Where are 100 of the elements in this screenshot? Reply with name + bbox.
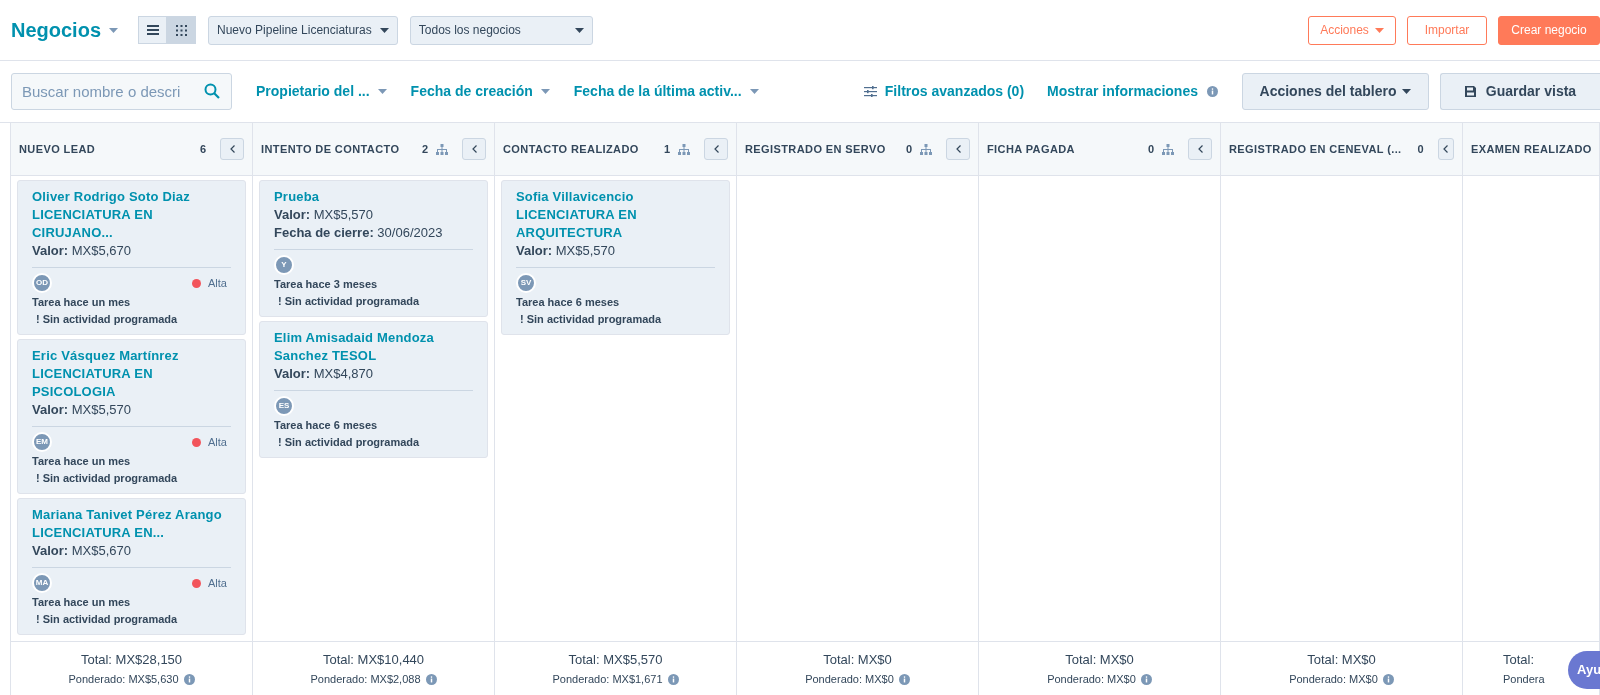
column-title: FICHA PAGADA [987,141,1075,157]
caret-icon [379,27,389,33]
deal-field-text: Fecha de cierre: 30/06/2023 [274,224,444,242]
task-text: Tarea hace un mes [32,295,132,310]
activity-text: ! Sin actividad programada [277,435,421,450]
column-total: Total: MX$0 [1065,650,1134,669]
avatar: Y [274,255,294,275]
deal-card[interactable]: Elim Amisadaid Mendoza Sanchez TESOL Valor: MX$4,870 ES Tarea hace 6 meses ! Sin actividad programada [259,321,488,458]
info-icon [425,673,437,685]
weighted-total: Ponderado: MX$1,671 [552,672,663,687]
info-icon [1207,86,1218,97]
list-view-button[interactable] [138,16,168,44]
deal-name-link[interactable]: Mariana Tanivet Pérez Arango LICENCIATURA EN... [32,506,231,542]
column-title: REGISTRADO EN SERVO [745,141,886,157]
pipeline-dropdown[interactable]: Todos los negocios [409,15,593,45]
column-title: EXAMEN REALIZADO [1471,141,1592,157]
priority-label: Alta [208,275,227,291]
weighted-total: Ponderado: MX$5,630 [68,672,179,687]
column-title: CONTACTO REALIZADO [503,141,639,157]
caret-icon [1374,27,1384,33]
chevron-left-icon [713,145,719,153]
deal-name-link[interactable]: Elim Amisadaid Mendoza Sanchez TESOL [274,329,473,365]
deal-name-link[interactable]: Prueba [274,188,473,206]
deal-name-link[interactable]: Eric Vásquez Martínrez LICENCIATURA EN PSICOLOGIA [32,347,231,401]
hierarchy-icon[interactable] [436,143,448,155]
search-icon [204,83,220,99]
deal-field-text: Valor: MX$5,670 [32,242,132,260]
filter-dropdown[interactable]: Fecha de creación [410,81,550,102]
column-total: Total: MX$0 [823,650,892,669]
save-view-button[interactable]: Guardar vista [1440,73,1600,110]
deal-name-link[interactable]: Sofia Villavicencio LICENCIATURA EN ARQUITECTURA [516,188,715,242]
board-actions-button[interactable]: Acciones del tablero [1242,73,1429,110]
caret-icon [574,27,584,33]
column-total: Total: MX$0 [1307,650,1376,669]
header-action-button[interactable]: Crear negocio [1498,15,1600,45]
task-text: Tarea hace 6 meses [274,418,379,433]
column-count: 1 [663,141,670,157]
task-text: Tarea hace 6 meses [516,295,621,310]
deal-card[interactable]: Eric Vásquez Martínrez LICENCIATURA EN PSICOLOGIA Valor: MX$5,570 EM Alta Tarea hace un mes ! Sin actividad programada [17,339,246,494]
board-view-button[interactable] [167,16,197,44]
priority-label: Alta [208,434,227,450]
show-info-link[interactable]: Mostrar informaciones [1047,81,1198,102]
filter-dropdown[interactable]: Propietario del ... [256,81,387,102]
task-text: Tarea hace un mes [32,595,132,610]
collapse-button[interactable] [946,138,970,160]
info-icon [183,673,195,685]
activity-text: ! Sin actividad programada [277,294,421,309]
weighted-total: Pondera [1503,672,1545,687]
caret-icon [1402,89,1412,94]
deal-field-text: Valor: MX$5,570 [32,401,132,419]
chevron-left-icon [229,145,235,153]
caret-icon [749,89,759,94]
hierarchy-icon[interactable] [1162,143,1174,155]
caret-icon [377,89,387,94]
list-icon [146,25,159,35]
header-action-button[interactable]: Importar [1407,15,1487,45]
activity-text: ! Sin actividad programada [35,612,179,627]
weighted-total: Ponderado: MX$0 [805,672,894,687]
caret-icon [540,89,550,94]
column-count: 6 [199,141,206,157]
collapse-button[interactable] [1188,138,1212,160]
priority-label: Alta [208,575,227,591]
pipeline-dropdown[interactable]: Nuevo Pipeline Licenciaturas [208,15,398,45]
hierarchy-icon[interactable] [678,143,690,155]
chevron-left-icon [471,145,477,153]
chevron-left-icon [1197,145,1203,153]
deal-card[interactable]: Mariana Tanivet Pérez Arango LICENCIATURA EN... Valor: MX$5,670 MA Alta Tarea hace un mes ! Sin actividad programada [17,498,246,635]
info-icon [1140,673,1152,685]
deal-name-link[interactable]: Oliver Rodrigo Soto Diaz LICENCIATURA EN CIRUJANO... [32,188,231,242]
grid-icon [176,24,188,36]
filter-dropdown[interactable]: Fecha de la última activ... [573,81,759,102]
column-count: 2 [421,141,428,157]
column-total: Total: [1503,650,1535,669]
collapse-button[interactable] [1437,138,1454,160]
avatar: SV [516,273,536,293]
deal-field-text: Valor: MX$5,570 [516,242,616,260]
deal-field-text: Valor: MX$5,570 [274,206,374,224]
deal-card[interactable]: Oliver Rodrigo Soto Diaz LICENCIATURA EN CIRUJANO... Valor: MX$5,670 OD Alta Tarea hace un mes ! Sin actividad programada [17,180,246,335]
collapse-button[interactable] [704,138,728,160]
page-title-menu[interactable]: Negocios [11,15,119,45]
weighted-total: Ponderado: MX$0 [1289,672,1378,687]
deal-card[interactable]: Sofia Villavicencio LICENCIATURA EN ARQUITECTURA Valor: MX$5,570 SV Tarea hace 6 meses ! Sin actividad programada [501,180,730,335]
avatar: OD [32,273,52,293]
column-count: 0 [1147,141,1154,157]
info-icon [898,673,910,685]
task-text: Tarea hace 3 meses [274,277,379,292]
column-total: Total: MX$10,440 [322,650,425,669]
info-icon [1382,673,1394,685]
collapse-button[interactable] [462,138,486,160]
search-field[interactable]: Buscar nombre o descri [11,73,232,110]
collapse-button[interactable] [220,138,244,160]
column-total: Total: MX$5,570 [568,650,663,669]
header-action-button[interactable]: Acciones [1308,15,1396,45]
activity-text: ! Sin actividad programada [35,312,179,327]
advanced-filters-link[interactable]: Filtros avanzados (0) [884,81,1025,102]
task-text: Tarea hace un mes [32,454,132,469]
column-title: REGISTRADO EN CENEVAL (... [1229,141,1402,157]
hierarchy-icon[interactable] [920,143,932,155]
deal-card[interactable]: Prueba Valor: MX$5,570 Fecha de cierre: 30/06/2023 Y Tarea hace 3 meses ! Sin actividad programada [259,180,488,317]
save-icon [1464,86,1476,97]
